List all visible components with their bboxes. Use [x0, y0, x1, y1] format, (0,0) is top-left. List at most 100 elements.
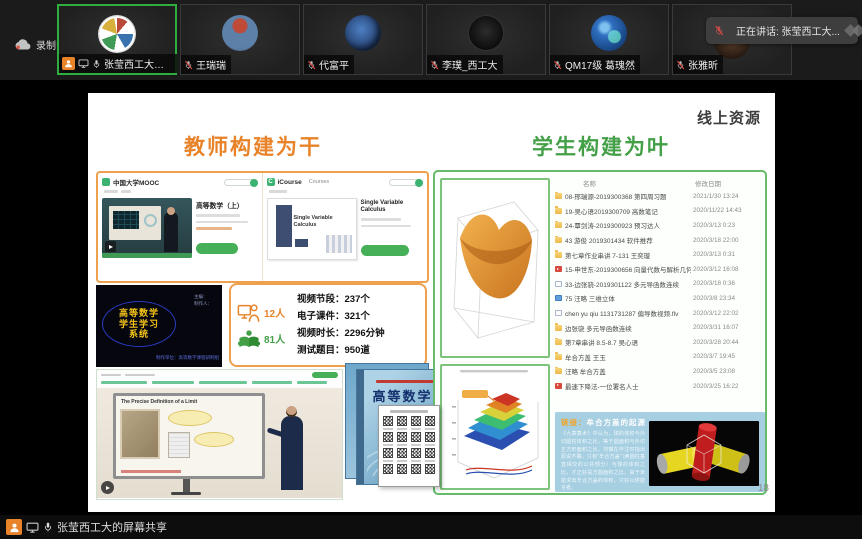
mouhe-title: 牟合方盖的起源: [587, 418, 647, 427]
qr-code-sheet: [378, 405, 440, 487]
search-icon: [415, 179, 423, 187]
meeting-window: 录制中 张莹西工大的屏幕...: [0, 0, 862, 539]
screen-share-icon: [26, 522, 39, 533]
mic-muted-icon: [676, 60, 685, 70]
mooc-site-card: 中国大学MOOC 高等数学（上）: [98, 173, 263, 281]
presentation-screen: The Precise Definition of a Limit: [113, 393, 265, 479]
stat-label: 电子课件：: [297, 311, 345, 322]
host-badge-icon: [62, 57, 75, 70]
search-pill[interactable]: [389, 179, 423, 186]
breadcrumb: [269, 190, 424, 195]
text-line: [196, 214, 240, 217]
screen-slide-title: The Precise Definition of a Limit: [121, 399, 197, 405]
stat-value: 2296分钟: [345, 328, 385, 339]
meeting-logo-icon: [846, 24, 862, 38]
participant-tile[interactable]: QM17级 葛瑰然: [549, 4, 669, 75]
avatar: [345, 15, 381, 51]
saddle-surface-plot: [440, 178, 550, 358]
participant-tile[interactable]: 张莹西工大的屏幕...: [57, 4, 177, 75]
text-line: [196, 221, 248, 224]
course-websites-box: 中国大学MOOC 高等数学（上）: [96, 171, 429, 283]
mic-icon: [92, 59, 101, 69]
file-row[interactable]: 第7章串讲 8.5-8.7 吴心语2020/3/28 20:44: [555, 335, 765, 350]
avatar: [99, 16, 135, 52]
qr-code: [411, 432, 421, 442]
file-row[interactable]: 最速下降法-一位署名人士2020/3/25 16:22: [555, 379, 765, 394]
icourse-site-name: iCourse: [278, 179, 302, 186]
folder-icon: [555, 339, 562, 345]
qr-code: [397, 416, 407, 426]
text-line: [361, 218, 401, 221]
course-video-thumbnail[interactable]: [102, 198, 192, 258]
participant-name: 李璞_西工大: [442, 57, 498, 72]
speech-bubble: [168, 410, 212, 426]
search-icon: [250, 179, 258, 187]
qr-code: [383, 448, 393, 458]
builders-count: 12人: [264, 305, 285, 320]
file-row[interactable]: 牟合方盖 王玉2020/3/7 19:45: [555, 350, 765, 365]
study-system-cover: 主编： 制作人： 高等数学 学生学习 系统 制作单位：高等数学课程研制组: [96, 285, 222, 367]
resource-stats-box: 12人 81人 视频节段：237个 电子课件：321个 视频时长：2296分钟 …: [229, 283, 427, 367]
slide-page-number: 18: [758, 483, 769, 494]
qr-code: [411, 448, 421, 458]
surface-optimization-plot: [440, 364, 550, 490]
lecture-video-box: The Precise Definition of a Limit: [96, 369, 343, 500]
play-icon[interactable]: [101, 481, 114, 494]
qr-code: [397, 448, 407, 458]
participant-tile[interactable]: 王瑞瑞: [180, 4, 300, 75]
slide-title: 线上资源: [697, 107, 761, 128]
video-file-icon: [555, 383, 562, 389]
lecture-video-frame[interactable]: The Precise Definition of a Limit: [97, 388, 342, 498]
mic-muted-icon: [714, 25, 724, 36]
qr-code: [425, 416, 435, 426]
participant-tile[interactable]: 代富平: [303, 4, 423, 75]
caption-line: [121, 470, 181, 473]
mooc-logo-icon: [102, 178, 110, 186]
learners-count: 81人: [264, 331, 285, 346]
shared-screen-slide: 线上资源 教师构建为干 学生构建为叶 中国大学MOOC: [88, 93, 775, 512]
screen-share-bar: 张莹西工大的屏幕共享: [0, 515, 862, 539]
stat-label: 测试题目：: [297, 345, 345, 356]
file-row[interactable]: 边张骁 多元导函数连续2020/3/31 16:07: [555, 320, 765, 335]
mouhe-description: 《九章算术》中认为，球的体积与外切圆柱体积之比，等于圆面积与外切正方形面积之比。…: [561, 431, 645, 492]
slide-thumbnail-text: Single Variable Calculus: [294, 215, 342, 228]
participant-tile[interactable]: 李璞_西工大: [426, 4, 546, 75]
file-row[interactable]: 第七章作业串讲 7-131 王奕璇2020/3/13 0:31: [555, 247, 765, 262]
icourse-nav-item[interactable]: Courses: [309, 179, 329, 185]
file-row[interactable]: 汪略 牟合方盖2020/3/5 23:08: [555, 364, 765, 379]
file-row[interactable]: 19-吴心语2019300709 高数笔记2020/11/22 14:43: [555, 204, 765, 219]
file-row[interactable]: 15-申世东-2019300656 向量代数与解析几何2020/3/12 16:…: [555, 262, 765, 277]
enroll-button[interactable]: [196, 243, 238, 254]
tab-pill: [312, 372, 338, 378]
student-work-panel: 名称 ˆ 修改日期 08-邢瑞源-2019300368 第四周习题2021/1/…: [433, 170, 767, 495]
video-file-icon: [555, 266, 562, 272]
active-speaker-banner: 正在讲话: 张莹西工大...: [706, 17, 858, 44]
file-row[interactable]: 24-覃剑涛-2019300923 预习达人2020/3/13 0:23: [555, 218, 765, 233]
teacher-column-header: 教师构建为干: [184, 131, 322, 161]
textbook-title: 高等数学: [366, 386, 439, 405]
cloud-recording-icon: [14, 39, 32, 51]
icourse-logo-icon: C: [267, 178, 275, 186]
cover-red-text-line: [376, 380, 435, 383]
folder-icon: [555, 237, 562, 243]
date-column-header[interactable]: 修改日期: [695, 178, 721, 188]
play-icon[interactable]: [105, 241, 116, 252]
file-row[interactable]: 43 游俊 2019301434 软件推荐2020/3/18 22:00: [555, 233, 765, 248]
text-line: [361, 225, 411, 228]
name-column-header[interactable]: 名称: [583, 178, 596, 188]
file-row[interactable]: chen yu qiu 1131731287 偏导数视频.flv2020/3/1…: [555, 306, 765, 321]
folder-icon: [555, 208, 562, 214]
file-row[interactable]: 75 汪略 三维立体2020/3/8 23:34: [555, 291, 765, 306]
course-slide-thumbnail[interactable]: Single Variable Calculus: [267, 198, 357, 260]
editor-label: 主编：: [194, 293, 212, 300]
enroll-button[interactable]: [361, 245, 409, 256]
qr-code: [425, 448, 435, 458]
mooc-course-title: 高等数学（上）: [196, 200, 258, 210]
file-row[interactable]: 33-边张骁-2019301122 多元导函数连续2020/3/18 0:36: [555, 277, 765, 292]
file-row[interactable]: 08-邢瑞源-2019300368 第四周习题2021/1/30 13:24: [555, 189, 765, 204]
participant-name: 张莹西工大的屏幕...: [104, 56, 172, 71]
qr-code: [397, 432, 407, 442]
document-file-icon: [555, 281, 562, 287]
screen-share-icon: [78, 59, 89, 68]
stat-label: 视频节段：: [297, 294, 345, 305]
